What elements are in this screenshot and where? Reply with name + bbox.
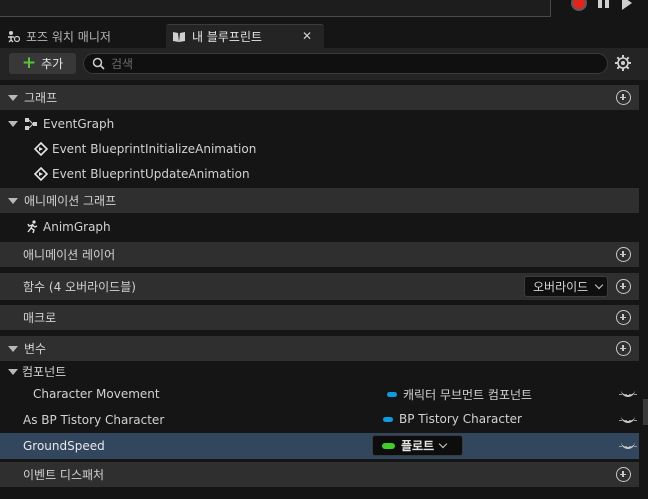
pose-watch-icon: [6, 29, 20, 43]
collapse-arrow-icon[interactable]: [8, 120, 18, 127]
search-icon: [92, 57, 105, 70]
tab-pose-watch-manager[interactable]: 포즈 워치 매니저: [6, 24, 161, 48]
eye-closed-icon[interactable]: [619, 415, 637, 423]
anim-graph-label: AnimGraph: [43, 219, 111, 234]
add-variable-icon[interactable]: [616, 341, 631, 356]
scrollbar[interactable]: [643, 399, 648, 425]
float-type-pill-icon: [382, 442, 395, 449]
macros-category[interactable]: 매크로: [0, 305, 639, 330]
viewport-toolbar-strip: [0, 0, 648, 22]
event-item[interactable]: Event BlueprintUpdateAnimation: [0, 161, 639, 186]
event-graph-label: EventGraph: [43, 116, 115, 131]
event-item[interactable]: Event BlueprintInitializeAnimation: [0, 136, 639, 161]
dispatchers-category[interactable]: 이벤트 디스패처: [0, 462, 639, 487]
pause-icon[interactable]: [598, 0, 610, 8]
variable-type-label: BP Tistory Character: [399, 412, 522, 426]
components-title: 컴포넌트: [22, 365, 67, 379]
event-icon: [34, 141, 48, 156]
book-icon: [172, 30, 186, 44]
event-icon: [34, 166, 48, 181]
variables-title: 변수: [24, 342, 47, 356]
search-box[interactable]: [83, 53, 608, 74]
collapse-arrow-icon[interactable]: [8, 345, 18, 352]
chevron-down-icon: [438, 439, 448, 449]
tab-bar: 포즈 워치 매니저 내 블루프린트 ✕: [0, 22, 648, 48]
graph-icon: [25, 117, 37, 130]
variable-name: Character Movement: [33, 386, 160, 401]
override-label: 오버라이드: [533, 280, 589, 294]
record-icon[interactable]: [571, 0, 587, 11]
graphs-category[interactable]: 그래프: [0, 85, 639, 110]
anim-layers-category[interactable]: 애니메이션 레이어: [0, 242, 639, 267]
tab-label: 포즈 워치 매니저: [26, 29, 111, 44]
override-dropdown[interactable]: 오버라이드: [524, 276, 608, 297]
add-macro-icon[interactable]: [616, 310, 631, 325]
add-button[interactable]: + 추가: [9, 53, 76, 74]
object-type-pill-icon: [383, 416, 393, 422]
components-group[interactable]: 컴포넌트: [0, 361, 639, 382]
add-button-label: 추가: [41, 57, 64, 71]
anim-graph-item[interactable]: AnimGraph: [0, 214, 639, 239]
variable-type-label: 캐릭터 무브먼트 컴포넌트: [403, 388, 533, 402]
variable-type[interactable]: 캐릭터 무브먼트 컴포넌트: [387, 386, 532, 403]
chevron-down-icon: [594, 280, 604, 290]
object-type-pill-icon: [387, 392, 397, 397]
macros-title: 매크로: [23, 311, 57, 325]
plus-icon: +: [21, 53, 37, 73]
functions-title: 함수 (4 오버라이드블): [23, 280, 136, 294]
add-function-icon[interactable]: [616, 279, 631, 294]
add-dispatcher-icon[interactable]: [616, 467, 631, 482]
running-man-icon: [27, 219, 38, 233]
anim-graphs-title: 애니메이션 그래프: [24, 194, 117, 208]
variable-type-dropdown[interactable]: 플로트: [372, 435, 463, 456]
variable-row-selected[interactable]: GroundSpeed 플로트: [0, 433, 639, 459]
search-input[interactable]: [111, 56, 591, 71]
eye-closed-icon[interactable]: [619, 389, 637, 397]
tab-label: 내 블루프린트: [192, 30, 263, 44]
add-graph-icon[interactable]: [616, 90, 631, 105]
variable-name: As BP Tistory Character: [23, 412, 165, 427]
variable-type-label: 플로트: [401, 439, 435, 453]
close-icon[interactable]: ✕: [302, 29, 312, 43]
gear-icon[interactable]: [614, 54, 632, 72]
tab-my-blueprint[interactable]: 내 블루프린트 ✕: [166, 24, 324, 48]
graphs-title: 그래프: [24, 91, 58, 105]
event-label: Event BlueprintUpdateAnimation: [52, 166, 250, 181]
play-icon[interactable]: [622, 0, 632, 10]
collapse-arrow-icon[interactable]: [8, 197, 18, 204]
eye-closed-icon[interactable]: [619, 441, 637, 449]
variable-name: GroundSpeed: [23, 439, 105, 453]
anim-graphs-category[interactable]: 애니메이션 그래프: [0, 188, 639, 213]
collapse-arrow-icon[interactable]: [8, 368, 18, 375]
variables-category[interactable]: 변수: [0, 336, 639, 361]
anim-layers-title: 애니메이션 레이어: [23, 248, 116, 262]
functions-category[interactable]: 함수 (4 오버라이드블) 오버라이드: [0, 273, 639, 300]
variable-type[interactable]: BP Tistory Character: [383, 412, 522, 426]
top-field: [0, 0, 551, 17]
dispatchers-title: 이벤트 디스패처: [23, 468, 105, 482]
event-label: Event BlueprintInitializeAnimation: [52, 141, 257, 156]
collapse-arrow-icon[interactable]: [8, 94, 18, 101]
event-graph-item[interactable]: EventGraph: [0, 111, 639, 136]
variable-row[interactable]: As BP Tistory Character BP Tistory Chara…: [0, 407, 639, 432]
variable-row[interactable]: Character Movement 캐릭터 무브먼트 컴포넌트: [0, 381, 639, 406]
toolbar: + 추가: [0, 48, 648, 80]
add-layer-icon[interactable]: [616, 247, 631, 262]
